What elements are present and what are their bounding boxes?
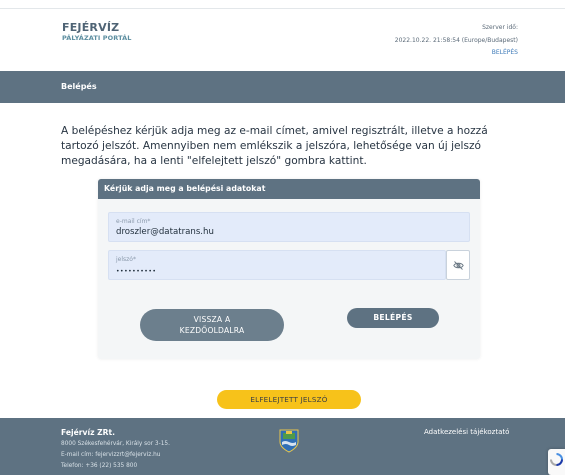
- footer-address: 8000 Székesfehérvár, Király sor 3-15.: [61, 441, 170, 447]
- logo-title: FEJÉRVÍZ: [62, 21, 120, 34]
- server-time-label: Szerver idő:: [482, 24, 518, 31]
- recaptcha-badge[interactable]: [548, 449, 565, 475]
- back-to-home-button[interactable]: VISSZA A KEZDŐOLDALRA: [140, 309, 284, 341]
- logo-subtitle: PÁLYÁZATI PORTÁL: [62, 34, 132, 42]
- server-time-block: Szerver idő: 2022.10.22. 21:58:54 (Europ…: [395, 22, 518, 60]
- toggle-password-visibility-button[interactable]: [446, 250, 470, 280]
- footer-phone: Telefon: +36 (22) 535 800: [61, 463, 138, 469]
- back-button-line1: VISSZA A: [193, 315, 231, 324]
- password-label: jelszó*: [116, 256, 136, 263]
- footer-company: Fejérvíz ZRt.: [61, 428, 116, 437]
- email-value[interactable]: droszler@datatrans.hu: [116, 227, 214, 237]
- email-field[interactable]: e-mail cím* droszler@datatrans.hu: [108, 212, 470, 242]
- eye-slash-icon: [453, 261, 464, 270]
- password-field[interactable]: jelszó* ••••••••••: [108, 250, 446, 280]
- password-value[interactable]: ••••••••••: [116, 268, 156, 275]
- site-logo[interactable]: FEJÉRVÍZ PÁLYÁZATI PORTÁL: [62, 22, 132, 42]
- recaptcha-icon: [550, 453, 563, 466]
- page-title: Belépés: [61, 82, 97, 91]
- footer-email: E-mail cím: fejervizzrt@fejerviz.hu: [61, 452, 161, 458]
- form-heading-bar: Kérjük adja meg a belépési adatokat: [98, 179, 480, 199]
- email-label: e-mail cím*: [116, 218, 151, 225]
- forgot-password-button[interactable]: ELFELEJTETT JELSZÓ: [217, 390, 361, 409]
- back-button-line2: KEZDŐOLDALRA: [179, 326, 245, 335]
- login-button[interactable]: BELÉPÉS: [347, 308, 439, 328]
- city-crest-icon: [279, 429, 299, 453]
- header-login-link[interactable]: BELÉPÉS: [395, 47, 518, 60]
- privacy-policy-link[interactable]: Adatkezelési tájékoztató: [424, 428, 509, 436]
- form-heading: Kérjük adja meg a belépési adatokat: [104, 184, 266, 193]
- page-banner: Belépés: [0, 71, 565, 103]
- intro-text: A belépéshez kérjük adja meg az e-mail c…: [61, 125, 488, 168]
- server-time-value: 2022.10.22. 21:58:54 (Europe/Budapest): [394, 36, 518, 44]
- top-divider: [0, 8, 565, 9]
